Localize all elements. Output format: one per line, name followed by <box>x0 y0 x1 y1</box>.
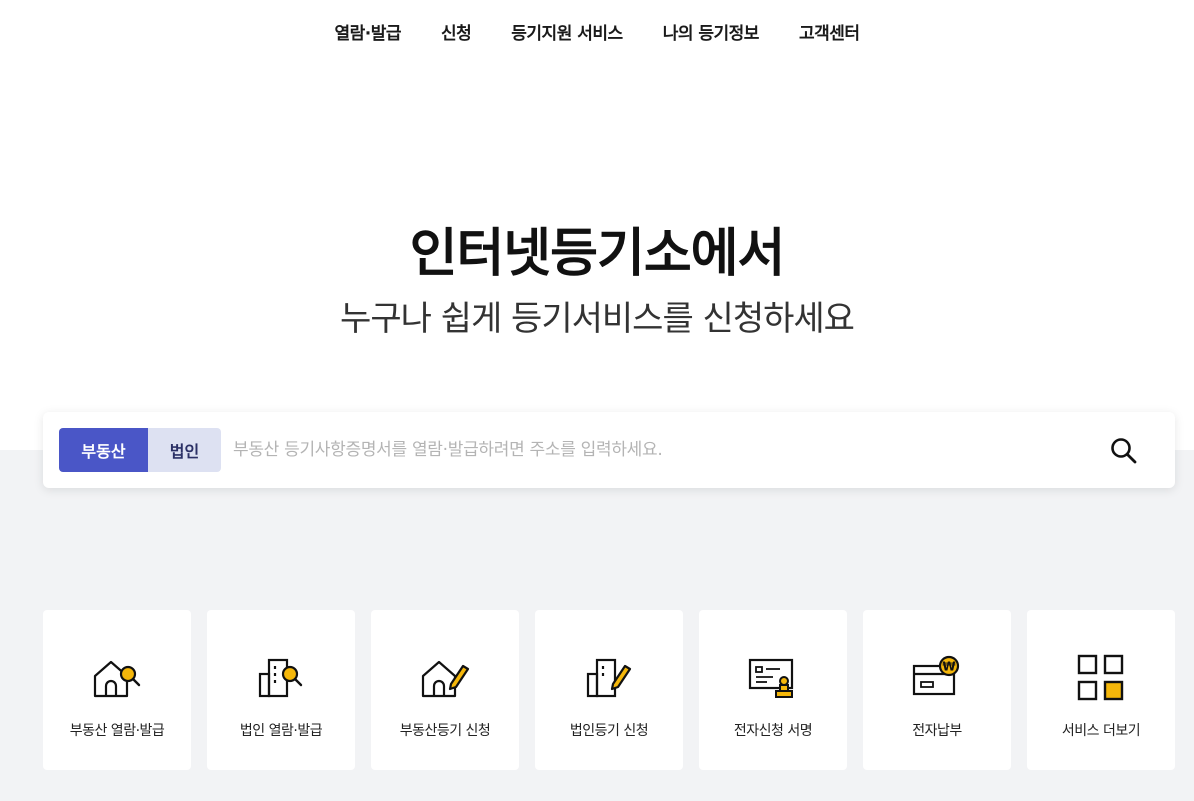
quick-item-label: 부동산 열람·발급 <box>69 723 165 739</box>
page: 열람·발급 신청 등기지원 서비스 나의 등기정보 고객센터 인터넷등기소에서 … <box>0 0 1194 801</box>
quick-item-corporation-apply[interactable]: 법인등기 신청 <box>535 610 683 770</box>
quick-item-more-services[interactable]: 서비스 더보기 <box>1027 610 1175 770</box>
grid-more-icon <box>1073 650 1129 706</box>
nav-item-apply[interactable]: 신청 <box>421 22 491 46</box>
quick-item-label: 전자납부 <box>912 723 962 739</box>
quick-item-label: 부동산등기 신청 <box>399 723 491 739</box>
nav-item-support-service[interactable]: 등기지원 서비스 <box>491 22 642 46</box>
house-pen-icon <box>417 650 473 706</box>
quick-item-real-estate-apply[interactable]: 부동산등기 신청 <box>371 610 519 770</box>
quick-item-real-estate-view[interactable]: 부동산 열람·발급 <box>43 610 191 770</box>
house-search-icon <box>89 650 145 706</box>
quick-menu: 부동산 열람·발급 법인 열람·발급 부동산등기 신청 법인등기 신청 전자신청… <box>43 610 1183 770</box>
quick-item-label: 서비스 더보기 <box>1061 723 1141 739</box>
search-panel: 부동산 법인 <box>43 412 1175 488</box>
svg-text:₩: ₩ <box>942 660 956 674</box>
search-input[interactable] <box>233 432 1053 468</box>
quick-item-label: 법인 열람·발급 <box>239 723 323 739</box>
card-won-icon: ₩ <box>909 650 965 706</box>
building-search-icon <box>253 650 309 706</box>
quick-item-e-payment[interactable]: ₩ 전자납부 <box>863 610 1011 770</box>
tab-corporation[interactable]: 법인 <box>148 428 221 472</box>
hero-title: 인터넷등기소에서 <box>409 224 786 284</box>
nav-item-customer-center[interactable]: 고객센터 <box>779 22 880 46</box>
certificate-stamp-icon <box>745 650 801 706</box>
building-pen-icon <box>581 650 637 706</box>
search-type-toggle: 부동산 법인 <box>59 428 221 472</box>
hero-subtitle: 누구나 쉽게 등기서비스를 신청하세요 <box>340 299 855 339</box>
quick-item-corporation-view[interactable]: 법인 열람·발급 <box>207 610 355 770</box>
quick-item-e-sign[interactable]: 전자신청 서명 <box>699 610 847 770</box>
tab-real-estate[interactable]: 부동산 <box>59 428 148 472</box>
nav-item-view-issue[interactable]: 열람·발급 <box>314 22 421 46</box>
quick-item-label: 전자신청 서명 <box>733 723 813 739</box>
top-navigation: 열람·발급 신청 등기지원 서비스 나의 등기정보 고객센터 <box>0 22 1194 46</box>
nav-item-my-registry[interactable]: 나의 등기정보 <box>643 22 779 46</box>
quick-item-label: 법인등기 신청 <box>569 723 649 739</box>
search-button[interactable] <box>1105 432 1143 470</box>
search-icon <box>1111 438 1137 464</box>
